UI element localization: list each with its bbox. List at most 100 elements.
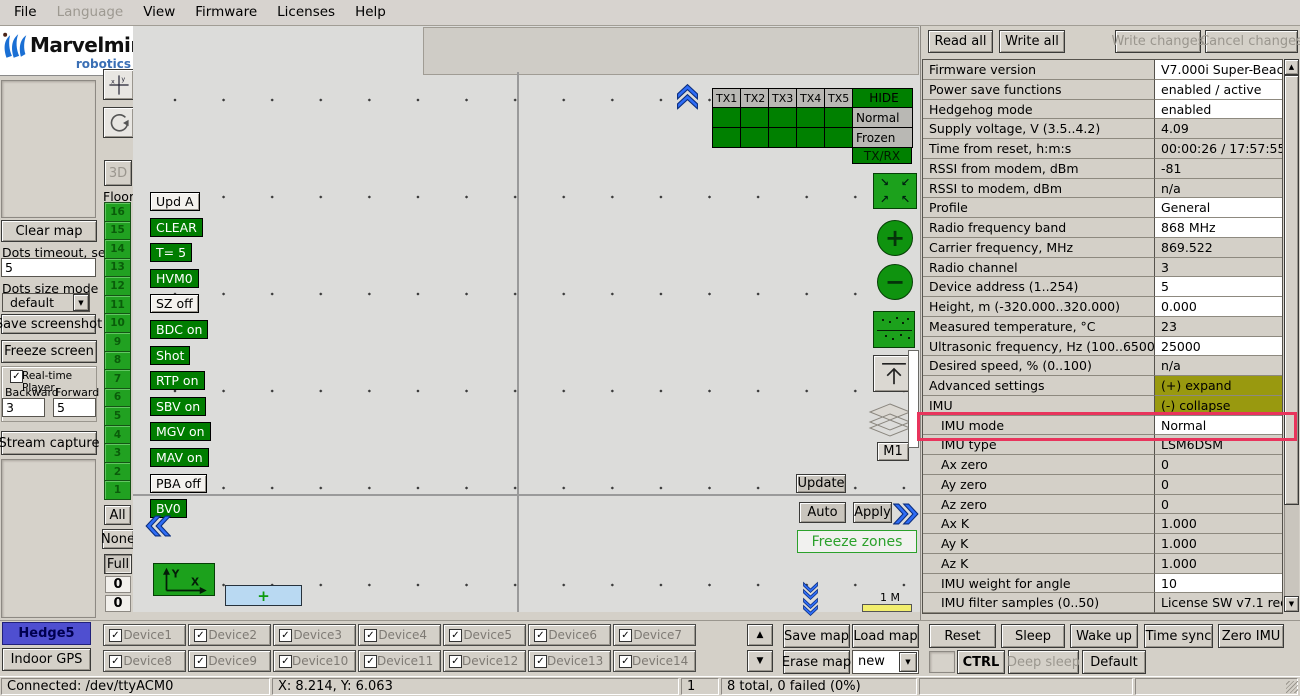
floors-none-button[interactable]: None: [102, 529, 134, 549]
pan-left-button[interactable]: [144, 514, 171, 538]
parameter-value[interactable]: V7.000i Super-Beacon: [1155, 60, 1282, 80]
freeze-screen-button[interactable]: Freeze screen: [1, 340, 97, 363]
parameter-row[interactable]: IMU mode Normal: [923, 416, 1282, 436]
add-submap-button[interactable]: +: [225, 585, 302, 606]
map-command-button[interactable]: RTP on: [150, 371, 205, 390]
erase-map-button[interactable]: Erase map: [783, 650, 850, 674]
device-checkbox[interactable]: [449, 629, 462, 642]
tx-green-cell[interactable]: [713, 108, 741, 128]
floor-button[interactable]: 11: [104, 296, 131, 315]
device-button[interactable]: Device8: [103, 650, 186, 672]
parameter-row[interactable]: Profile General: [923, 198, 1282, 218]
map-scrollbar[interactable]: [908, 350, 919, 448]
parameter-row[interactable]: Hedgehog mode enabled: [923, 100, 1282, 120]
write-changes-button[interactable]: Write changes: [1115, 30, 1201, 53]
device-button[interactable]: Device7: [613, 624, 696, 646]
dropdown-arrow-icon[interactable]: ▼: [73, 294, 89, 311]
freeze-zones-button[interactable]: Freeze zones: [797, 530, 917, 553]
device-button[interactable]: Device13: [528, 650, 611, 672]
device-checkbox[interactable]: [534, 655, 547, 668]
load-map-button[interactable]: Load map: [852, 624, 919, 648]
ctrl-button[interactable]: CTRL: [957, 650, 1005, 674]
tx-green-cell[interactable]: [769, 128, 797, 148]
show-dots-button[interactable]: [873, 311, 915, 348]
map-command-button[interactable]: PBA off: [150, 474, 207, 493]
parameter-value[interactable]: (+) expand: [1155, 376, 1282, 396]
parameter-value[interactable]: 23: [1155, 317, 1282, 337]
menu-item[interactable]: Language: [47, 0, 134, 25]
device-checkbox[interactable]: [364, 655, 377, 668]
apply-button[interactable]: Apply: [853, 502, 892, 523]
floor-button[interactable]: 16: [104, 203, 131, 222]
floor-button[interactable]: 12: [104, 277, 131, 296]
map-name-select[interactable]: new ▼: [852, 650, 919, 674]
parameter-row[interactable]: RSSI from modem, dBm -81: [923, 159, 1282, 179]
parameter-row[interactable]: Desired speed, % (0..100) n/a: [923, 356, 1282, 376]
device-button[interactable]: Device14: [613, 650, 696, 672]
parameter-row[interactable]: Ax K 1.000: [923, 514, 1282, 534]
deep-sleep-button[interactable]: Deep sleep: [1008, 650, 1079, 674]
parameter-row[interactable]: Ax zero 0: [923, 455, 1282, 475]
floors-full-button[interactable]: Full: [104, 554, 132, 574]
zoom-out-button[interactable]: −: [877, 264, 913, 300]
device-button[interactable]: Device1: [103, 624, 186, 646]
hedge-button[interactable]: Hedge5: [2, 622, 91, 645]
tx-hide-cell[interactable]: HIDE: [853, 89, 913, 108]
device-scroll-up-button[interactable]: ▲: [747, 624, 773, 646]
floor-button[interactable]: 4: [104, 426, 131, 445]
parameter-value[interactable]: enabled / active: [1155, 80, 1282, 100]
parameter-value[interactable]: 869.522: [1155, 238, 1282, 258]
map-canvas[interactable]: Upd ACLEART= 5HVM0SZ offBDC onShotRTP on…: [133, 26, 920, 612]
parameter-row[interactable]: Advanced settings (+) expand: [923, 376, 1282, 396]
cancel-changes-button[interactable]: Cancel changes: [1205, 30, 1298, 53]
axis-origin-button[interactable]: xy: [103, 69, 134, 100]
parameter-row[interactable]: Height, m (-320.000..320.000) 0.000: [923, 297, 1282, 317]
device-button[interactable]: Device4: [358, 624, 441, 646]
floor-button[interactable]: 15: [104, 222, 131, 241]
m1-button[interactable]: M1: [877, 442, 909, 461]
tx-green-cell[interactable]: [741, 108, 769, 128]
parameter-row[interactable]: IMU filter samples (0..50) License SW v7…: [923, 593, 1282, 613]
tx-green-cell[interactable]: [713, 128, 741, 148]
map-command-button[interactable]: HVM0: [150, 269, 199, 288]
device-scroll-down-button[interactable]: ▼: [747, 650, 773, 672]
parameter-value[interactable]: 1.000: [1155, 534, 1282, 554]
device-button[interactable]: Device12: [443, 650, 526, 672]
stream-capture-button[interactable]: Stream capture: [1, 431, 97, 455]
tx-green-cell[interactable]: [797, 128, 825, 148]
device-button[interactable]: Device5: [443, 624, 526, 646]
parameter-value[interactable]: (-) collapse: [1155, 396, 1282, 416]
device-checkbox[interactable]: [364, 629, 377, 642]
params-scroll-up[interactable]: ▲: [1284, 59, 1299, 75]
parameter-value[interactable]: 3: [1155, 258, 1282, 278]
parameter-value[interactable]: 4.09: [1155, 119, 1282, 139]
floor-button[interactable]: 5: [104, 407, 131, 426]
parameter-value[interactable]: 10: [1155, 574, 1282, 594]
zoom-in-button[interactable]: +: [877, 220, 913, 256]
txrx-button[interactable]: TX/RX: [852, 147, 912, 164]
device-checkbox[interactable]: [619, 629, 632, 642]
layers-button[interactable]: [867, 402, 913, 438]
map-command-button[interactable]: SZ off: [150, 294, 199, 313]
device-checkbox[interactable]: [279, 629, 292, 642]
dots-timeout-input[interactable]: [1, 258, 96, 277]
reset-button[interactable]: Reset: [929, 624, 996, 648]
floor-button[interactable]: 10: [104, 314, 131, 333]
device-checkbox[interactable]: [619, 655, 632, 668]
pan-up-button[interactable]: [674, 84, 701, 108]
tx-header-cell[interactable]: TX5: [825, 89, 853, 108]
pan-down-button[interactable]: [797, 584, 824, 615]
auto-button[interactable]: Auto: [799, 502, 846, 523]
indoor-gps-button[interactable]: Indoor GPS: [2, 648, 91, 671]
resize-grip[interactable]: [1286, 681, 1298, 693]
parameter-row[interactable]: RSSI to modem, dBm n/a: [923, 179, 1282, 199]
parameter-row[interactable]: Time from reset, h:m:s 00:00:26 / 17:57:…: [923, 139, 1282, 159]
tx-header-cell[interactable]: TX2: [741, 89, 769, 108]
parameter-value[interactable]: 0: [1155, 475, 1282, 495]
parameter-value[interactable]: 0.000: [1155, 297, 1282, 317]
map-command-button[interactable]: T= 5: [150, 243, 192, 262]
device-checkbox[interactable]: [279, 655, 292, 668]
device-checkbox[interactable]: [534, 629, 547, 642]
read-all-button[interactable]: Read all: [928, 30, 993, 53]
tx-green-cell[interactable]: [741, 128, 769, 148]
